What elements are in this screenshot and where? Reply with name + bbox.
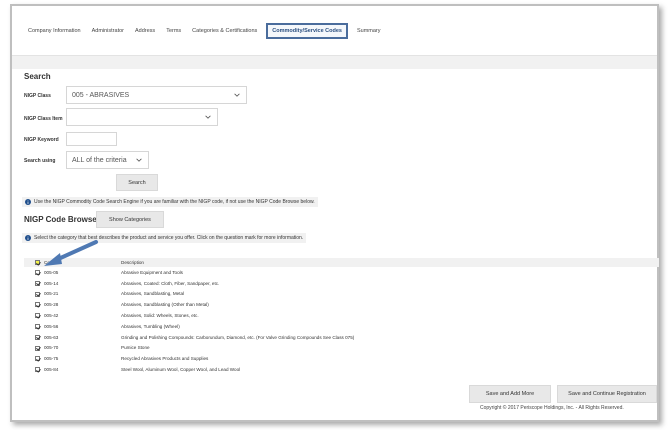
search-info-text: Use the NIGP Commodity Code Search Engin… [34,199,315,205]
table-row: 005-70 Pumice Stone [24,343,659,354]
row-checkbox-cell [24,310,42,321]
arrow-annotation-icon [44,240,98,266]
search-using-value: ALL of the criteria [72,156,127,164]
row-checkbox[interactable] [35,334,40,340]
tab-terms[interactable]: Terms [164,25,183,37]
browse-title: NIGP Code Browse [24,215,97,224]
description-cell: Pumice Stone [121,345,150,351]
nigp-class-select[interactable]: 005 - ABRASIVES [66,86,247,104]
row-checkbox[interactable] [35,270,40,276]
row-checkbox[interactable] [35,324,40,330]
row-checkbox-cell [24,353,42,364]
tab-address[interactable]: Address [133,25,157,37]
save-and-continue-button[interactable]: Save and Continue Registration [557,385,657,403]
description-cell: Abrasive Equipment and Tools [121,269,183,275]
search-title: Search [24,72,51,81]
code-cell: 005-84 [44,367,59,373]
table-row: 005-84 Steel Wool, Aluminum Wool, Copper … [24,364,659,375]
select-all-checkbox[interactable] [35,260,40,266]
tab-company-information[interactable]: Company Information [26,25,83,37]
row-checkbox-cell [24,289,42,300]
description-cell: Abrasives, Solid: Wheels, Stones, etc. [121,313,199,319]
copyright-text: Copyright © 2017 Periscope Holdings, Inc… [480,405,624,411]
row-checkbox[interactable] [35,280,40,286]
nigp-codes-table: Code Description 005-05Abrasive Equipmen… [24,258,659,375]
table-row: 005-42 Abrasives, Solid: Wheels, Stones, … [24,310,659,321]
description-cell: Abrasives, Sandblasting (Other than Meta… [121,302,209,308]
table-header-row: Code Description [24,258,659,267]
code-cell: 005-63 [44,334,59,340]
nigp-class-item-label: NIGP Class Item [24,116,63,122]
divider [12,55,657,69]
description-cell: Grinding and Polishing Compounds: Carbor… [121,334,355,340]
row-checkbox[interactable] [35,313,40,319]
tab-administrator[interactable]: Administrator [90,25,126,37]
row-checkbox-cell [24,343,42,354]
search-info-note: i Use the NIGP Commodity Code Search Eng… [22,197,318,207]
description-cell: Abrasives, Sandblasting, Metal [121,291,185,297]
description-cell: Abrasives, Coated: Cloth, Fiber, Sandpap… [121,280,220,286]
code-cell: 005-21 [44,291,59,297]
code-cell: 005-28 [44,302,59,308]
row-checkbox[interactable] [35,367,40,373]
chevron-down-icon [205,115,211,119]
registration-tabs: Company Information Administrator Addres… [26,20,390,42]
table-row: 005-28 Abrasives, Sandblasting (Other tha… [24,299,659,310]
code-cell: 005-14 [44,280,59,286]
save-and-add-more-button[interactable]: Save and Add More [469,385,551,403]
info-icon: i [25,235,31,241]
table-row: 005-21 Abrasives, Sandblasting, Metal [24,289,659,300]
row-checkbox[interactable] [35,345,40,351]
code-cell: 005-70 [44,345,59,351]
search-using-select[interactable]: ALL of the criteria [66,151,149,169]
search-using-label: Search using [24,158,56,164]
row-checkbox-cell [24,278,42,289]
tab-categories-certifications[interactable]: Categories & Certifications [190,25,259,37]
column-header-description: Description [119,258,659,267]
row-checkbox[interactable] [35,291,40,297]
description-cell: Abrasives, Tumbling (Wheel) [121,323,180,329]
row-checkbox-cell [24,364,42,375]
table-row: 005-05 Abrasive Equipment and Tools [24,267,659,278]
tab-commodity-service-codes[interactable]: Commodity/Service Codes [266,23,348,39]
tab-summary[interactable]: Summary [355,25,383,37]
description-cell: Steel Wool, Aluminum Wool, Copper Wool, … [121,367,241,373]
code-cell: 005-56 [44,323,59,329]
row-checkbox-cell [24,332,42,343]
row-checkbox-cell [24,299,42,310]
table-row: 005-63 Grinding and Polishing Compounds: … [24,332,659,343]
row-checkbox[interactable] [35,302,40,308]
nigp-class-label: NIGP Class [24,93,51,99]
table-row: 005-14 Abrasives, Coated: Cloth, Fiber, S… [24,278,659,289]
nigp-keyword-input[interactable] [66,132,117,146]
select-all-cell [24,258,42,267]
row-checkbox[interactable] [35,356,40,362]
info-icon: i [25,199,31,205]
nigp-keyword-label: NIGP Keyword [24,137,59,143]
table-row: 005-75 Recycled Abrasives Products and Su… [24,353,659,364]
chevron-down-icon [234,93,240,97]
code-cell: 005-75 [44,356,59,362]
show-categories-button[interactable]: Show Categories [96,211,164,228]
table-row: 005-56 Abrasives, Tumbling (Wheel) [24,321,659,332]
description-cell: Recycled Abrasives Products and Supplies [121,356,209,362]
chevron-down-icon [136,158,142,162]
row-checkbox-cell [24,321,42,332]
search-button[interactable]: Search [116,174,158,191]
code-cell: 005-42 [44,313,59,319]
page-frame: Company Information Administrator Addres… [10,4,659,422]
nigp-class-value: 005 - ABRASIVES [72,91,130,99]
row-checkbox-cell [24,267,42,278]
nigp-class-item-select[interactable] [66,108,218,126]
